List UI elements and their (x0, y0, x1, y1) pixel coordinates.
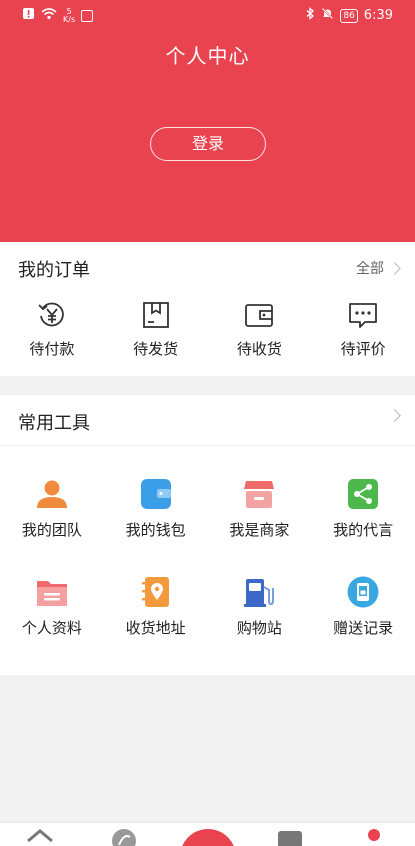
profile-icon[interactable] (360, 827, 388, 846)
discover-icon[interactable] (110, 827, 138, 846)
my-orders-title: 我的订单 (18, 260, 90, 281)
clock: 6:39 (363, 8, 393, 23)
notification-icon (22, 7, 35, 24)
order-pending-receipt[interactable]: 待收货 (208, 298, 312, 359)
tool-profile-info-label: 个人资料 (21, 619, 82, 637)
message-icon (81, 9, 94, 22)
category-icon[interactable] (276, 827, 304, 846)
order-pending-review[interactable]: 待评价 (311, 298, 415, 359)
share-icon (348, 479, 379, 509)
gift-record-icon (347, 576, 379, 608)
page-title: 个人中心 (165, 44, 250, 68)
store-icon (244, 481, 275, 508)
common-tools-header[interactable]: 常用工具 (0, 395, 415, 446)
tool-shopping-station[interactable]: 购物站 (208, 575, 312, 638)
my-orders-card: 我的订单 全部 待付款 待发货 待收货 待评价 (0, 242, 415, 376)
tool-profile-info[interactable]: 个人资料 (0, 575, 104, 638)
chevron-right-icon (388, 409, 401, 422)
tool-shipping-address-label: 收货地址 (125, 619, 186, 637)
tool-merchant-label: 我是商家 (229, 521, 290, 539)
tool-gift-records[interactable]: 赠送记录 (311, 575, 415, 638)
order-pending-payment-label: 待付款 (29, 340, 75, 358)
team-icon (36, 480, 67, 508)
all-orders-link[interactable]: 全部 (356, 258, 401, 278)
center-action-icon[interactable] (178, 829, 238, 846)
tools-row-2: 个人资料 收货地址 购物站 赠送记录 (0, 575, 415, 638)
tool-my-endorsement-label: 我的代言 (333, 521, 394, 539)
network-speed: 5 K/s (63, 7, 76, 24)
tool-my-team[interactable]: 我的团队 (0, 477, 104, 540)
order-pending-receipt-label: 待收货 (236, 340, 282, 358)
home-icon[interactable] (26, 827, 54, 846)
order-status-row: 待付款 待发货 待收货 待评价 (0, 298, 415, 359)
battery-icon: 86 (340, 8, 358, 23)
package-box-icon (142, 302, 169, 328)
common-tools-card: 常用工具 我的团队 我的钱包 我是商家 我的代言 个人资料 收货地址 购物站 赠… (0, 395, 415, 675)
common-tools-title: 常用工具 (18, 413, 90, 434)
comment-dots-icon (349, 303, 378, 328)
gas-station-icon (244, 579, 275, 607)
my-orders-header: 我的订单 全部 (0, 242, 415, 290)
wallet-outline-icon (245, 304, 274, 327)
login-button[interactable]: 登录 (150, 127, 266, 161)
tool-my-endorsement[interactable]: 我的代言 (311, 477, 415, 540)
battery-level: 86 (343, 10, 355, 21)
tool-shopping-station-label: 购物站 (236, 619, 282, 637)
order-pending-review-label: 待评价 (340, 340, 386, 358)
tool-my-team-label: 我的团队 (21, 521, 82, 539)
tool-gift-records-label: 赠送记录 (333, 619, 394, 637)
tool-my-wallet[interactable]: 我的钱包 (104, 477, 208, 540)
address-book-icon (141, 577, 169, 607)
bottom-navigation (0, 822, 415, 846)
folder-icon (36, 581, 67, 606)
mute-icon (321, 7, 334, 24)
profile-header: 5 K/s 86 6:39 个人中心 登录 (0, 0, 415, 242)
chevron-right-icon (388, 261, 401, 275)
order-pending-shipment-label: 待发货 (133, 340, 179, 358)
common-tools-more[interactable] (388, 409, 401, 422)
bluetooth-icon (305, 7, 315, 24)
tools-row-1: 我的团队 我的钱包 我是商家 我的代言 (0, 477, 415, 540)
wifi-icon (41, 7, 57, 24)
order-pending-payment[interactable]: 待付款 (0, 298, 104, 359)
speed-unit: K/s (63, 14, 76, 24)
order-pending-shipment[interactable]: 待发货 (104, 298, 208, 359)
tool-shipping-address[interactable]: 收货地址 (104, 575, 208, 638)
yen-refresh-icon (38, 302, 64, 327)
all-orders-label: 全部 (356, 261, 384, 277)
status-bar: 5 K/s 86 6:39 (0, 0, 415, 32)
tool-my-wallet-label: 我的钱包 (125, 521, 186, 539)
wallet-icon (140, 479, 171, 509)
tool-merchant[interactable]: 我是商家 (208, 477, 312, 540)
